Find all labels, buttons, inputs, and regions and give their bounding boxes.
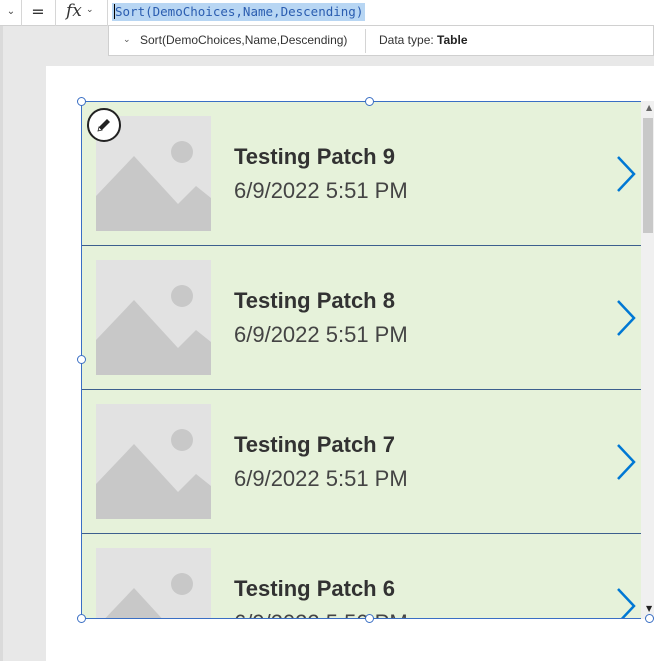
formula-text: Sort(DemoChoices,Name,Descending) <box>115 4 364 19</box>
equals-sign: = <box>31 2 45 21</box>
property-dropdown-chevron-icon[interactable]: ⌄ <box>4 4 18 20</box>
divider <box>365 29 366 53</box>
resize-handle-bottom[interactable] <box>365 614 374 623</box>
item-subtitle: 6/9/2022 5:51 PM <box>234 322 408 347</box>
image-placeholder-icon <box>96 404 211 519</box>
item-title: Testing Patch 8 <box>234 288 395 313</box>
item-title: Testing Patch 7 <box>234 432 395 457</box>
chevron-right-icon[interactable] <box>614 154 638 194</box>
edit-gallery-button[interactable] <box>87 108 121 142</box>
left-panel-edge <box>0 26 3 661</box>
fx-chevron-down-icon[interactable]: ⌄ <box>86 5 94 15</box>
intellisense-expression[interactable]: Sort(DemoChoices,Name,Descending) <box>140 33 347 47</box>
data-type-info: Data type: Table <box>379 33 468 47</box>
item-subtitle: 6/9/2022 5:51 PM <box>234 466 408 491</box>
chevron-right-icon[interactable] <box>614 586 638 619</box>
scroll-down-arrow-icon[interactable]: ▼ <box>646 605 652 613</box>
divider <box>55 0 56 26</box>
scrollbar-thumb[interactable] <box>643 118 653 233</box>
formula-intellisense-bar: ⌄ Sort(DemoChoices,Name,Descending) Data… <box>108 26 654 56</box>
item-subtitle: 6/9/2022 5:50 PM <box>234 610 408 618</box>
gallery-row[interactable]: Testing Patch 7 6/9/2022 5:51 PM <box>82 390 642 534</box>
resize-handle-top-left[interactable] <box>77 97 86 106</box>
resize-handle-bottom-right[interactable] <box>645 614 654 623</box>
resize-handle-left[interactable] <box>77 355 86 364</box>
resize-handle-top[interactable] <box>365 97 374 106</box>
chevron-right-icon[interactable] <box>614 298 638 338</box>
formula-bar: ⌄ = fx ⌄ Sort(DemoChoices,Name,Descendin… <box>0 0 654 26</box>
image-placeholder-icon <box>96 548 211 618</box>
divider <box>107 0 108 26</box>
gallery-row[interactable]: Testing Patch 9 6/9/2022 5:51 PM <box>82 102 642 246</box>
fx-icon[interactable]: fx <box>66 1 82 21</box>
gallery-row[interactable]: Testing Patch 6 6/9/2022 5:50 PM <box>82 534 642 619</box>
item-title: Testing Patch 6 <box>234 576 395 601</box>
formula-input[interactable]: Sort(DemoChoices,Name,Descending) <box>112 3 366 21</box>
item-title: Testing Patch 9 <box>234 144 395 169</box>
resize-handle-bottom-left[interactable] <box>77 614 86 623</box>
expand-chevron-icon[interactable]: ⌄ <box>123 34 131 45</box>
chevron-right-icon[interactable] <box>614 442 638 482</box>
data-type-value: Table <box>437 33 468 47</box>
gallery[interactable]: Testing Patch 9 6/9/2022 5:51 PM Testing… <box>81 101 654 619</box>
item-subtitle: 6/9/2022 5:51 PM <box>234 178 408 203</box>
divider <box>21 0 22 26</box>
pencil-icon <box>97 119 110 132</box>
image-placeholder-icon <box>96 260 211 375</box>
gallery-row[interactable]: Testing Patch 8 6/9/2022 5:51 PM <box>82 246 642 390</box>
scroll-up-arrow-icon[interactable]: ▲ <box>646 104 652 112</box>
data-type-label: Data type: <box>379 33 434 47</box>
